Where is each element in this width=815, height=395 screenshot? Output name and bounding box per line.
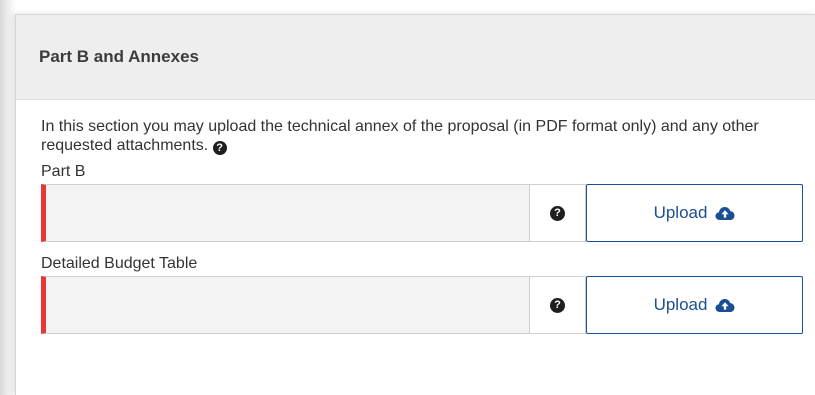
upload-button-label: Upload [653, 203, 708, 222]
upload-button-part-b[interactable]: Upload [586, 184, 803, 242]
field-label-detailed-budget-table: Detailed Budget Table [41, 255, 198, 272]
panel-header: Part B and Annexes [16, 15, 815, 100]
cloud-upload-icon [715, 206, 735, 221]
cloud-upload-icon [715, 298, 735, 313]
intro-text-content: In this section you may upload the techn… [41, 118, 759, 154]
panel-body: In this section you may upload the techn… [16, 117, 815, 334]
file-input-part-b[interactable] [41, 184, 530, 242]
field-label-part-b: Part B [41, 163, 86, 180]
field-row-detailed-budget-table: ? Upload [41, 276, 815, 334]
question-circle-icon: ? [550, 297, 565, 313]
help-cell-detailed-budget-table[interactable]: ? [530, 276, 586, 334]
field-row-part-b: ? Upload [41, 184, 815, 242]
upload-button-label: Upload [653, 295, 708, 314]
intro-text: In this section you may upload the techn… [41, 117, 781, 155]
panel-title: Part B and Annexes [39, 47, 199, 66]
question-circle-icon[interactable]: ? [212, 141, 227, 155]
file-input-detailed-budget-table[interactable] [41, 276, 530, 334]
upload-button-detailed-budget-table[interactable]: Upload [586, 276, 803, 334]
question-circle-icon: ? [550, 205, 565, 221]
part-b-annexes-panel: Part B and Annexes In this section you m… [15, 14, 815, 395]
help-cell-part-b[interactable]: ? [530, 184, 586, 242]
